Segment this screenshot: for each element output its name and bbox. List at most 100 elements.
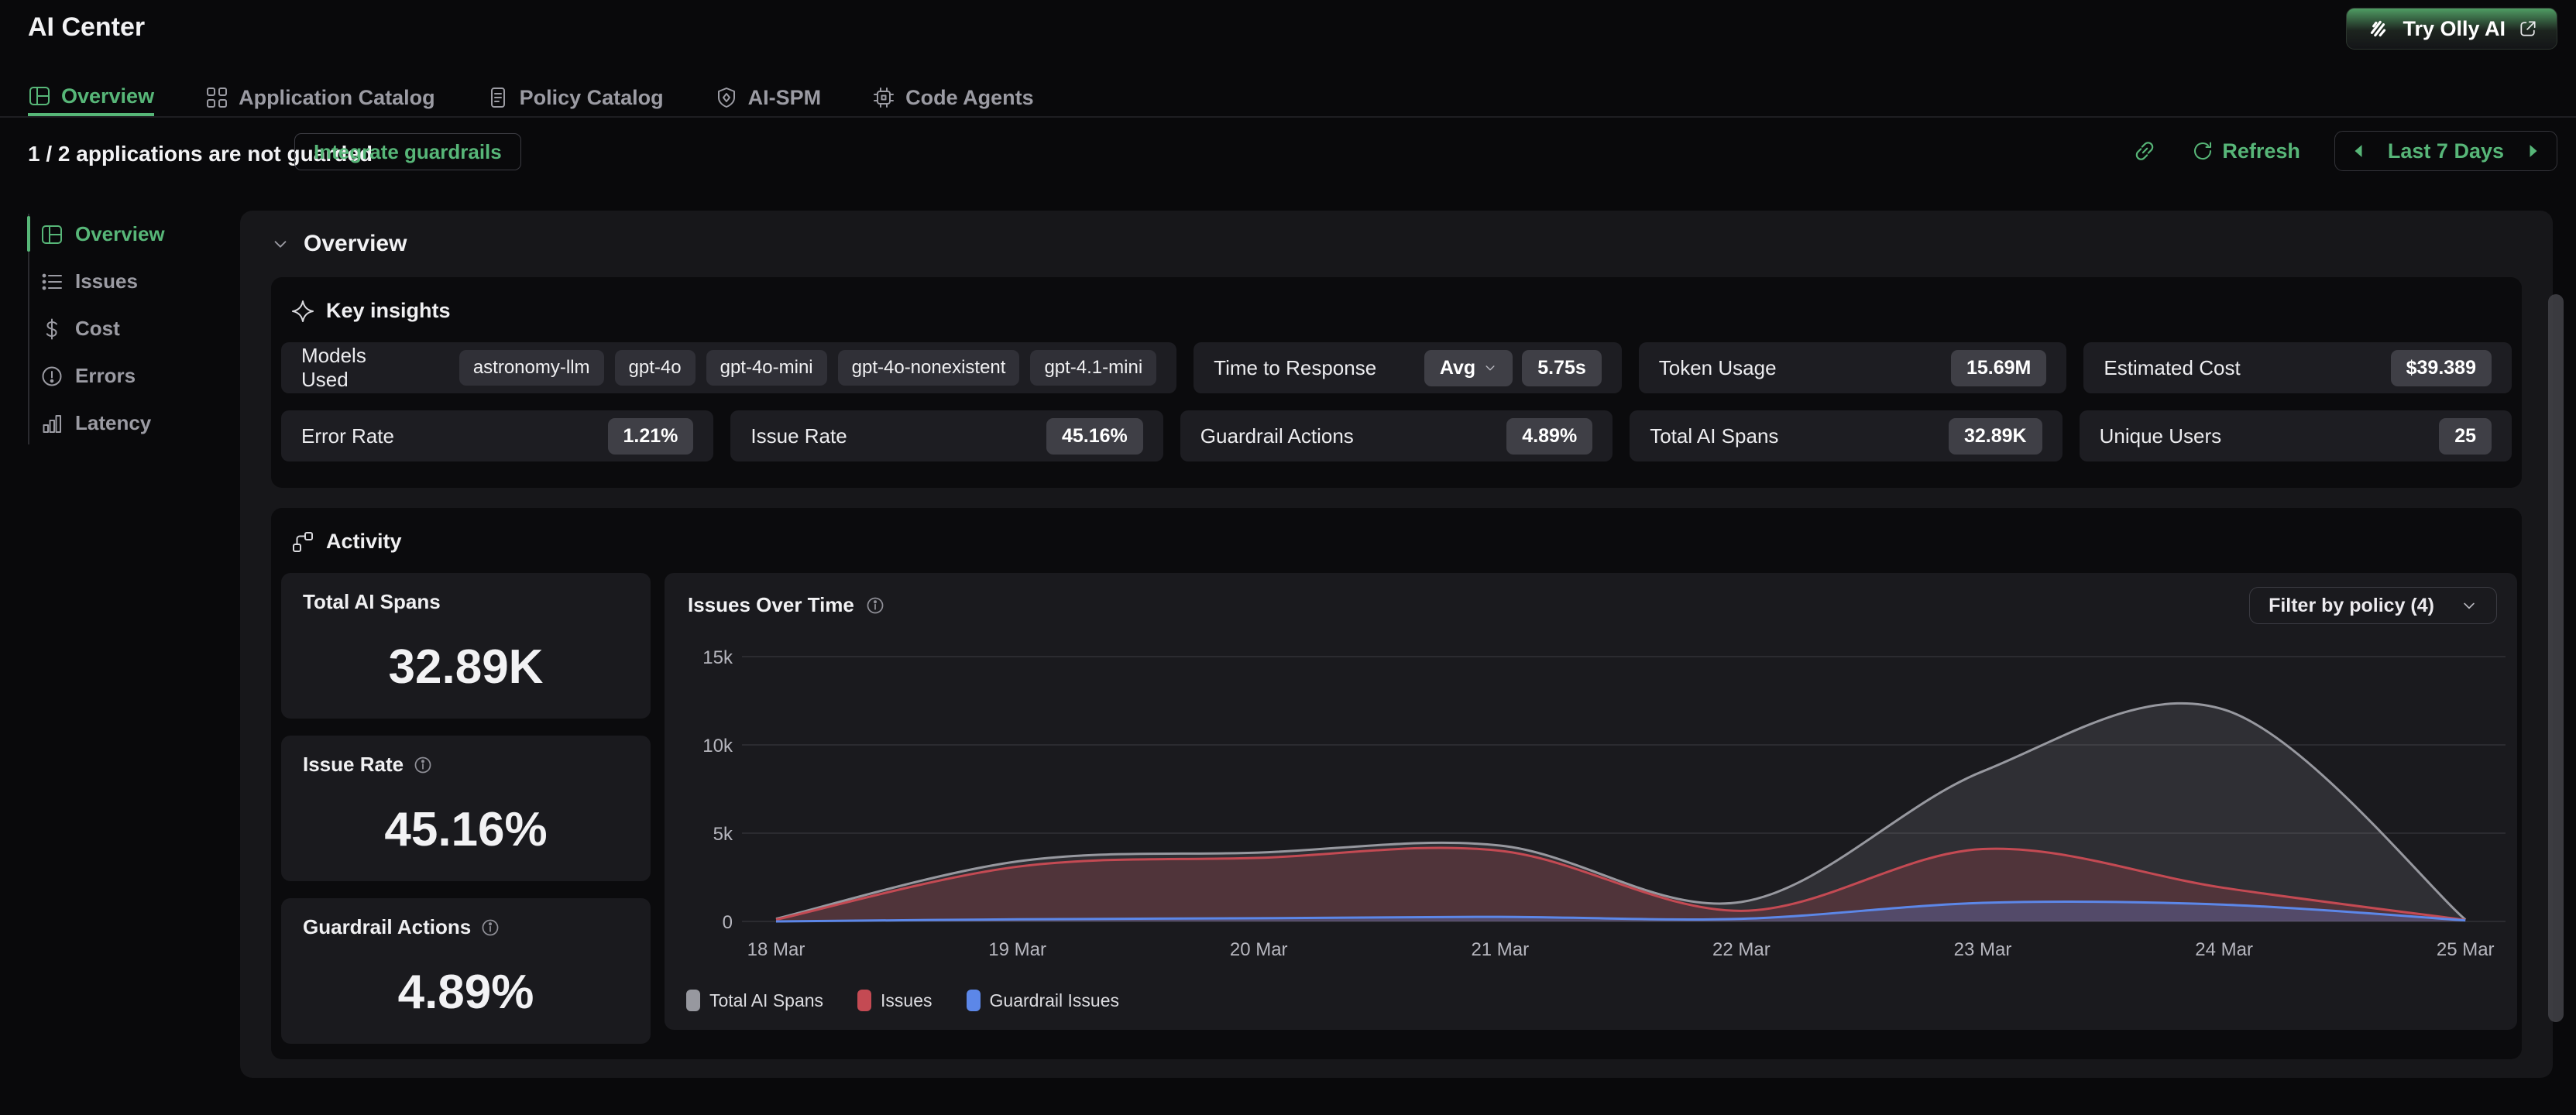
legend-label: Guardrail Issues bbox=[990, 990, 1119, 1011]
issues-over-time-chart[interactable]: 05k10k15k18 Mar19 Mar20 Mar21 Mar22 Mar2… bbox=[665, 573, 2517, 1030]
olly-logo-icon bbox=[2365, 16, 2390, 41]
time-to-response-tile: Time to Response Avg 5.75s bbox=[1194, 342, 1622, 393]
tab-overview[interactable]: Overview bbox=[28, 79, 154, 116]
legend-swatch bbox=[686, 990, 700, 1011]
sidebar-item-errors[interactable]: Errors bbox=[29, 352, 232, 400]
main-tabs: Overview Application Catalog Policy Cata… bbox=[28, 79, 1034, 116]
date-range-picker[interactable]: Last 7 Days bbox=[2334, 131, 2557, 171]
grid-icon bbox=[205, 86, 228, 109]
dollar-icon bbox=[40, 317, 64, 341]
sidebar-item-overview[interactable]: Overview bbox=[29, 211, 232, 258]
tab-label: Policy Catalog bbox=[520, 86, 664, 110]
tab-label: Overview bbox=[61, 84, 154, 108]
chevron-down-icon[interactable] bbox=[271, 235, 290, 253]
key-insights-row-2: Error Rate 1.21% Issue Rate 45.16% Guard… bbox=[281, 410, 2512, 461]
activity-title: Activity bbox=[326, 530, 402, 554]
chart-title: Issues Over Time bbox=[688, 593, 854, 617]
stat-value: 32.89K bbox=[281, 640, 651, 695]
issue-rate-value: 45.16% bbox=[1046, 418, 1143, 455]
tab-policy-catalog[interactable]: Policy Catalog bbox=[486, 79, 664, 116]
try-olly-ai-button[interactable]: Try Olly AI bbox=[2346, 8, 2557, 50]
model-chip: gpt-4o-nonexistent bbox=[838, 350, 1020, 386]
workflow-icon bbox=[291, 530, 314, 554]
refresh-label: Refresh bbox=[2222, 139, 2300, 163]
stat-label: Total AI Spans bbox=[303, 590, 441, 614]
refresh-button[interactable]: Refresh bbox=[2191, 139, 2300, 163]
stat-label: Issue Rate bbox=[303, 753, 404, 777]
y-axis-tick: 10k bbox=[702, 736, 733, 756]
chevron-down-icon bbox=[2461, 597, 2478, 614]
x-axis-tick: 23 Mar bbox=[1954, 939, 2012, 960]
guardrail-actions-value: 4.89% bbox=[1506, 418, 1592, 455]
try-olly-ai-label: Try Olly AI bbox=[2403, 17, 2506, 41]
issues-over-time-panel: Issues Over Time Filter by policy (4) 05… bbox=[665, 573, 2517, 1030]
issue-rate-label: Issue Rate bbox=[750, 424, 847, 448]
page-title: AI Center bbox=[28, 12, 145, 43]
legend-label: Total AI Spans bbox=[709, 990, 823, 1011]
stat-value: 45.16% bbox=[281, 802, 651, 857]
tab-label: AI-SPM bbox=[748, 86, 822, 110]
tab-code-agents[interactable]: Code Agents bbox=[872, 79, 1034, 116]
guardrail-actions-card: Guardrail Actions 4.89% bbox=[281, 898, 651, 1044]
x-axis-tick: 20 Mar bbox=[1230, 939, 1288, 960]
activity-card: Activity Total AI Spans 32.89K Issue Rat… bbox=[271, 508, 2522, 1059]
info-icon[interactable] bbox=[480, 918, 500, 938]
x-axis-tick: 25 Mar bbox=[2437, 939, 2495, 960]
info-icon[interactable] bbox=[413, 755, 433, 775]
y-axis-tick: 15k bbox=[702, 647, 733, 668]
sidebar-item-label: Issues bbox=[75, 269, 138, 293]
sidebar-item-label: Latency bbox=[75, 411, 151, 435]
estimated-cost-tile: Estimated Cost $39.389 bbox=[2083, 342, 2512, 393]
issue-rate-tile: Issue Rate 45.16% bbox=[730, 410, 1163, 461]
token-usage-label: Token Usage bbox=[1659, 356, 1777, 380]
x-axis-tick: 21 Mar bbox=[1471, 939, 1529, 960]
tab-application-catalog[interactable]: Application Catalog bbox=[205, 79, 435, 116]
guardrail-actions-label: Guardrail Actions bbox=[1200, 424, 1354, 448]
link-icon[interactable] bbox=[2132, 139, 2157, 163]
legend-swatch bbox=[967, 990, 981, 1011]
tabs-divider bbox=[0, 116, 2576, 118]
aggregation-value: Avg bbox=[1440, 357, 1475, 379]
legend-guardrail-issues[interactable]: Guardrail Issues bbox=[967, 990, 1119, 1011]
main-content-panel: Overview Key insights Models Used astron… bbox=[240, 211, 2553, 1078]
time-to-response-value: 5.75s bbox=[1522, 350, 1602, 386]
filter-by-policy-dropdown[interactable]: Filter by policy (4) bbox=[2249, 587, 2497, 624]
error-rate-label: Error Rate bbox=[301, 424, 394, 448]
tab-ai-spm[interactable]: AI-SPM bbox=[715, 79, 822, 116]
tab-label: Application Catalog bbox=[239, 86, 435, 110]
issue-rate-card: Issue Rate 45.16% bbox=[281, 736, 651, 881]
sidebar-item-latency[interactable]: Latency bbox=[29, 400, 232, 447]
model-chip: gpt-4o-mini bbox=[706, 350, 827, 386]
legend-total-ai-spans[interactable]: Total AI Spans bbox=[686, 990, 823, 1011]
external-link-icon bbox=[2518, 19, 2538, 39]
token-usage-value: 15.69M bbox=[1951, 350, 2046, 386]
model-chip: gpt-4o bbox=[615, 350, 696, 386]
chevron-right-icon[interactable] bbox=[2527, 144, 2540, 158]
y-axis-tick: 0 bbox=[723, 912, 733, 933]
integrate-guardrails-button[interactable]: Integrate guardrails bbox=[294, 133, 521, 170]
legend-issues[interactable]: Issues bbox=[857, 990, 932, 1011]
key-insights-card: Key insights Models Used astronomy-llmgp… bbox=[271, 277, 2522, 488]
total-ai-spans-card: Total AI Spans 32.89K bbox=[281, 573, 651, 719]
alert-circle-icon bbox=[40, 365, 64, 388]
overview-section-header[interactable]: Overview bbox=[271, 231, 407, 257]
info-icon[interactable] bbox=[865, 595, 885, 616]
model-chip: astronomy-llm bbox=[459, 350, 604, 386]
unique-users-tile: Unique Users 25 bbox=[2080, 410, 2512, 461]
sidebar-item-cost[interactable]: Cost bbox=[29, 305, 232, 352]
legend-swatch bbox=[857, 990, 871, 1011]
shield-icon bbox=[715, 86, 738, 109]
model-chip: gpt-4.1-mini bbox=[1030, 350, 1156, 386]
stat-label: Guardrail Actions bbox=[303, 915, 471, 939]
page-scrollbar[interactable] bbox=[2548, 294, 2564, 1022]
chevron-left-icon[interactable] bbox=[2352, 144, 2365, 158]
models-used-tile: Models Used astronomy-llmgpt-4ogpt-4o-mi… bbox=[281, 342, 1176, 393]
total-ai-spans-label: Total AI Spans bbox=[1650, 424, 1778, 448]
refresh-icon bbox=[2191, 139, 2214, 163]
sidebar-item-label: Errors bbox=[75, 364, 136, 388]
sparkles-icon bbox=[291, 300, 314, 323]
document-icon bbox=[486, 86, 510, 109]
sidebar-item-issues[interactable]: Issues bbox=[29, 258, 232, 305]
key-insights-row-1: Models Used astronomy-llmgpt-4ogpt-4o-mi… bbox=[281, 342, 2512, 393]
aggregation-dropdown[interactable]: Avg bbox=[1424, 350, 1513, 386]
